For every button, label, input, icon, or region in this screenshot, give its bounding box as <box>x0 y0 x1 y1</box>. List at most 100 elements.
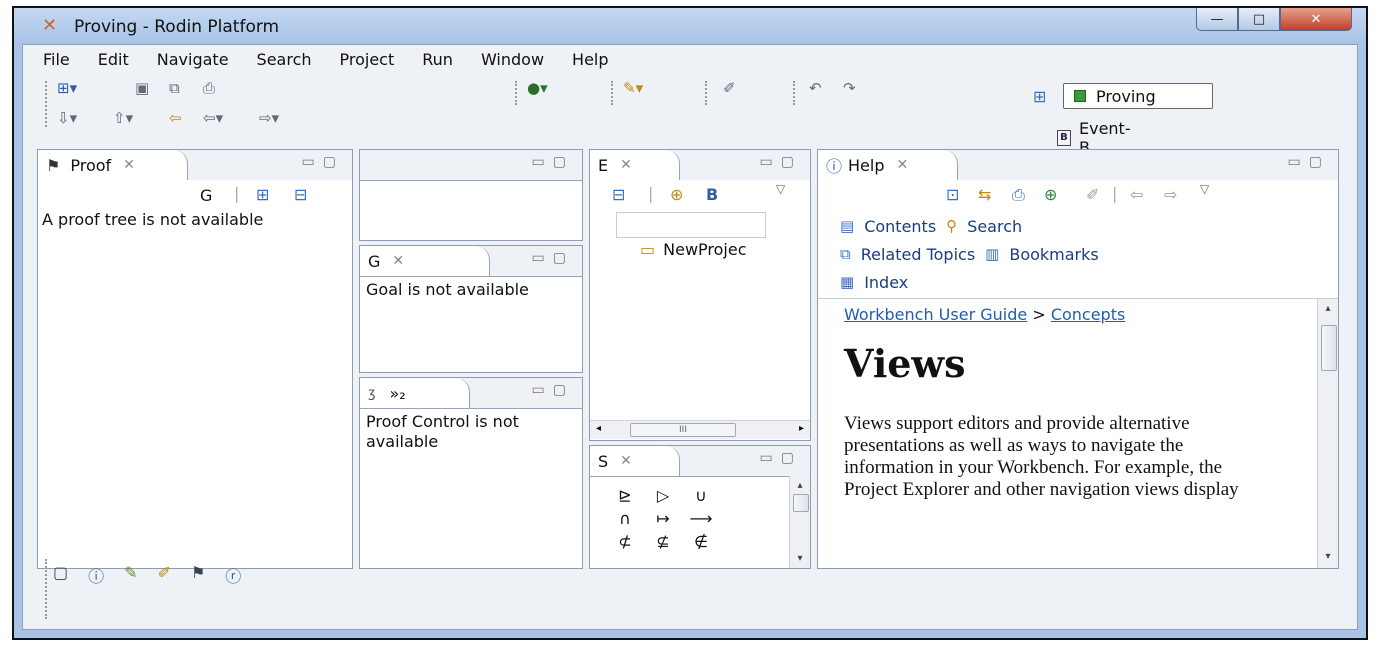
perspective-proving-button[interactable]: Proving <box>1063 83 1213 109</box>
toolbar-grip[interactable] <box>515 81 520 105</box>
symbol-button[interactable]: ∪ <box>682 486 720 505</box>
symbol-button[interactable]: ⟶ <box>682 509 720 528</box>
minimize-button[interactable]: — <box>1196 8 1238 31</box>
help-search-link[interactable]: Search <box>967 217 1022 236</box>
print-icon[interactable]: ⎙ <box>203 79 215 97</box>
view-tabbar: ⚑ Proof ✕ ▭▢ <box>38 150 352 181</box>
forward-icon[interactable]: ⇨▾ <box>259 109 279 127</box>
close-tab-icon[interactable]: ✕ <box>620 453 632 469</box>
bookmark-add-icon[interactable]: ⊕ <box>1044 185 1057 204</box>
open-perspective-icon[interactable]: ⊞ <box>1033 87 1046 106</box>
tab-goal[interactable]: G ✕ <box>360 246 490 276</box>
related-topics-icon: ⧉ <box>840 245 851 263</box>
forward-icon[interactable]: ⇨ <box>1164 185 1177 204</box>
view-min-max-controls[interactable]: ▭▢ <box>532 250 574 266</box>
hypotheses-icon[interactable]: ✎ <box>124 563 137 587</box>
tab-explorer[interactable]: E ✕ <box>590 150 680 180</box>
pen-icon[interactable]: ✐ <box>723 79 736 97</box>
vertical-scrollbar[interactable]: ▴ ▾ <box>1317 299 1338 568</box>
toolbar-grip[interactable] <box>705 81 710 105</box>
menu-help[interactable]: Help <box>572 50 608 69</box>
symbol-button[interactable]: ↦ <box>644 509 682 528</box>
show-view-icon[interactable]: ▢ <box>53 563 68 587</box>
scroll-thumb[interactable]: III <box>630 423 736 437</box>
new-project-icon[interactable]: ⊕ <box>670 185 683 204</box>
tab-help[interactable]: ⓘ Help ✕ <box>818 150 958 180</box>
close-tab-icon[interactable]: ✕ <box>392 253 404 269</box>
highlight-icon[interactable]: ✐ <box>1086 185 1099 204</box>
new-component-icon[interactable]: B <box>706 185 718 204</box>
scroll-left-arrow[interactable]: ◂ <box>596 423 601 434</box>
edit-tool-icon[interactable]: ✎▾ <box>623 79 643 97</box>
print-icon[interactable]: ⎙ <box>1012 185 1025 205</box>
explorer-filter-input[interactable] <box>616 212 766 238</box>
view-min-max-controls[interactable]: ▭▢ <box>532 382 574 398</box>
breadcrumb-workbench-link[interactable]: Workbench User Guide <box>844 305 1027 324</box>
save-icon[interactable]: ▣ <box>135 79 149 97</box>
tab-symbols[interactable]: S ✕ <box>590 446 680 476</box>
view-min-max-controls[interactable]: ▭▢ <box>532 154 574 170</box>
expand-all-icon[interactable]: ⊞ <box>256 185 269 204</box>
collapse-all-icon[interactable]: ⊟ <box>612 185 625 204</box>
tab-proof-control[interactable]: ʒ »₂ <box>360 378 470 408</box>
close-tab-icon[interactable]: ✕ <box>897 157 909 173</box>
help-contents-link[interactable]: Contents <box>864 217 936 236</box>
show-in-contents-icon[interactable]: ⊡ <box>946 185 959 204</box>
symbol-button[interactable]: ▷ <box>644 486 682 505</box>
help-bookmarks-link[interactable]: Bookmarks <box>1009 245 1098 264</box>
rule-details-icon[interactable]: ⓡ <box>225 563 241 587</box>
toolbar-grip[interactable] <box>611 81 616 105</box>
last-edit-icon[interactable]: ⇦ <box>169 109 182 127</box>
title-bar[interactable]: ✕ Proving - Rodin Platform — □ ✕ <box>14 8 1366 44</box>
maximize-button[interactable]: □ <box>1238 8 1280 31</box>
close-tab-icon[interactable]: ✕ <box>620 157 632 173</box>
menu-edit[interactable]: Edit <box>98 50 129 69</box>
menu-project[interactable]: Project <box>340 50 395 69</box>
scroll-up-arrow[interactable]: ▴ <box>1318 303 1338 314</box>
info-icon[interactable]: ⓘ <box>88 563 104 587</box>
menu-window[interactable]: Window <box>481 50 544 69</box>
symbol-button[interactable]: ∩ <box>606 509 644 528</box>
new-wizard-icon[interactable]: ⊞▾ <box>57 79 77 97</box>
view-menu-icon[interactable]: ▽ <box>776 182 785 196</box>
close-button[interactable]: ✕ <box>1280 8 1352 31</box>
scroll-thumb[interactable] <box>1321 325 1337 371</box>
toolbar-grip[interactable] <box>793 81 798 105</box>
view-min-max-controls[interactable]: ▭▢ <box>302 154 344 170</box>
tab-proof[interactable]: ⚑ Proof ✕ <box>38 150 188 180</box>
menu-search[interactable]: Search <box>257 50 312 69</box>
symbol-button[interactable]: ⊵ <box>606 486 644 505</box>
prev-annotation-icon[interactable]: ⇧▾ <box>113 109 133 127</box>
back-icon[interactable]: ⇦▾ <box>203 109 223 127</box>
view-min-max-controls[interactable]: ▭▢ <box>760 450 802 466</box>
goal-filter-label[interactable]: G <box>200 186 212 205</box>
collapse-all-icon[interactable]: ⊟ <box>294 185 307 204</box>
toolbar-grip[interactable] <box>45 559 50 619</box>
tree-item-project[interactable]: ▭ NewProjec <box>640 240 747 259</box>
sync-icon[interactable]: ⇆ <box>978 185 991 204</box>
undo-icon[interactable]: ↶ <box>809 79 822 97</box>
view-menu-icon[interactable]: ▽ <box>1200 182 1209 196</box>
menu-file[interactable]: File <box>43 50 70 69</box>
scroll-thumb[interactable] <box>793 494 809 512</box>
next-annotation-icon[interactable]: ⇩▾ <box>57 109 77 127</box>
redo-icon[interactable]: ↷ <box>843 79 856 97</box>
scroll-right-arrow[interactable]: ▸ <box>799 423 804 434</box>
help-index-link[interactable]: Index <box>864 273 908 292</box>
breadcrumb-concepts-link[interactable]: Concepts <box>1051 305 1126 324</box>
view-min-max-controls[interactable]: ▭▢ <box>760 154 802 170</box>
horizontal-scrollbar[interactable]: ◂ III ▸ <box>590 420 810 439</box>
menu-run[interactable]: Run <box>422 50 453 69</box>
back-icon[interactable]: ⇦ <box>1130 185 1143 204</box>
run-icon[interactable]: ●▾ <box>527 79 548 97</box>
search-hypotheses-icon[interactable]: ✐ <box>158 563 171 587</box>
menu-navigate[interactable]: Navigate <box>157 50 229 69</box>
help-related-topics-link[interactable]: Related Topics <box>861 245 975 264</box>
save-all-icon[interactable]: ⧉ <box>169 79 180 97</box>
close-tab-icon[interactable]: ✕ <box>123 157 135 173</box>
toolbar-grip[interactable] <box>45 81 50 127</box>
scroll-up-arrow[interactable]: ▴ <box>790 480 810 491</box>
view-min-max-controls[interactable]: ▭▢ <box>1288 154 1330 170</box>
proof-flag-icon[interactable]: ⚑ <box>191 563 205 587</box>
status-bar: ▢ ⓘ ✎ ✐ ⚑ ⓡ <box>23 549 1357 629</box>
